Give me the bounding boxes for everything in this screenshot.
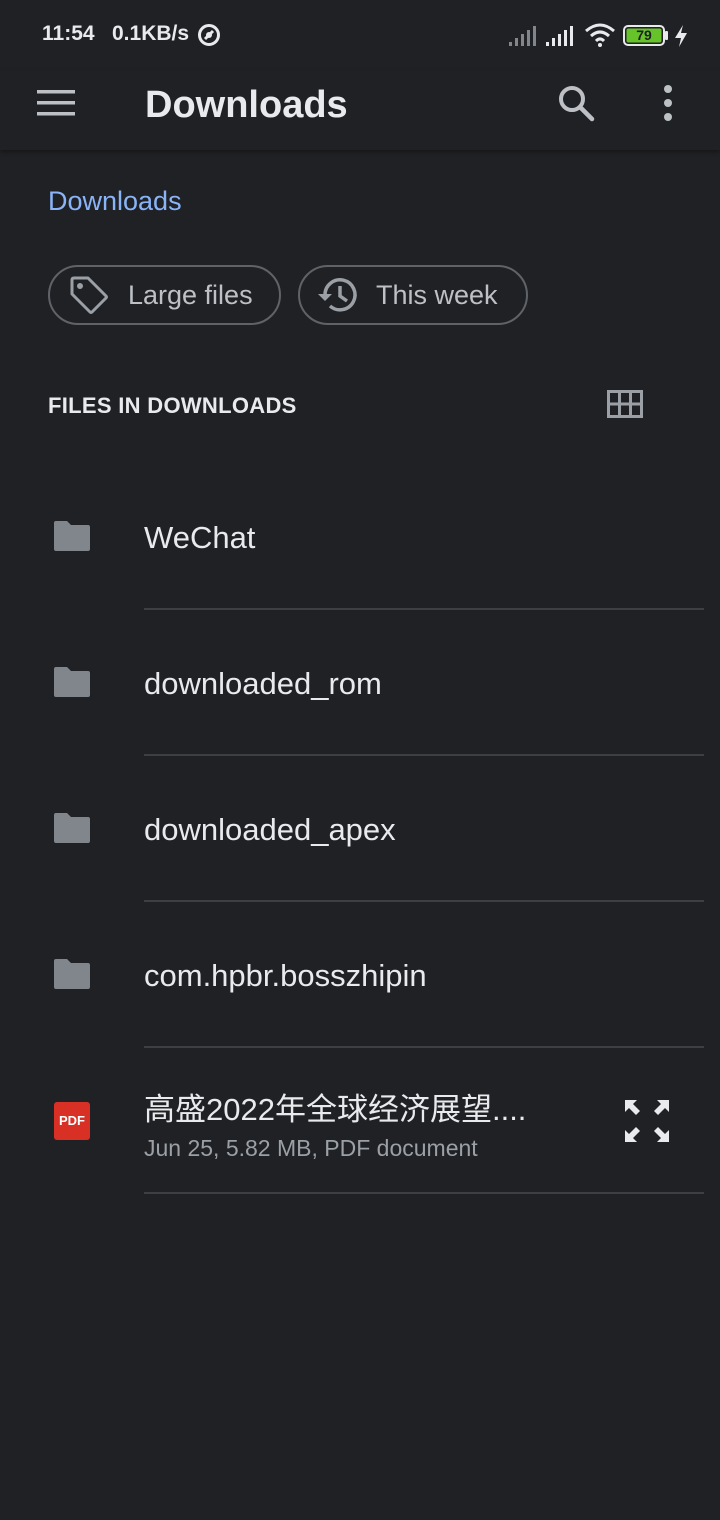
list-item[interactable]: WeChat — [0, 464, 720, 610]
vpn-icon — [197, 23, 221, 52]
list-item[interactable]: PDF 高盛2022年全球经济展望.... Jun 25, 5.82 MB, P… — [0, 1048, 720, 1194]
battery-level: 79 — [636, 27, 652, 43]
history-icon — [316, 274, 360, 321]
folder-icon — [52, 957, 92, 996]
list-item[interactable]: downloaded_apex — [0, 756, 720, 902]
charging-icon — [674, 24, 688, 53]
pdf-icon: PDF — [54, 1102, 90, 1140]
folder-icon — [52, 519, 92, 558]
app-bar: Downloads — [0, 70, 720, 150]
more-vert-icon[interactable] — [660, 84, 676, 127]
fullscreen-icon[interactable] — [623, 1098, 671, 1149]
status-bar: 11:54 0.1KB/s 79 — [0, 0, 720, 70]
folder-icon — [52, 811, 92, 850]
grid-view-icon[interactable] — [607, 390, 643, 423]
page-title: Downloads — [145, 84, 348, 126]
file-name: com.hpbr.bosszhipin — [144, 958, 427, 993]
status-time: 11:54 — [42, 22, 95, 45]
this-week-chip[interactable]: This week — [298, 265, 528, 325]
large-files-chip[interactable]: Large files — [48, 265, 281, 325]
file-name: 高盛2022年全球经济展望.... — [144, 1092, 527, 1127]
list-item[interactable]: downloaded_rom — [0, 610, 720, 756]
chip-label: This week — [376, 279, 498, 310]
signal-icon — [545, 25, 575, 52]
tag-icon — [68, 274, 110, 321]
file-name: downloaded_apex — [144, 812, 396, 847]
network-speed: 0.1KB/s — [112, 22, 190, 45]
list-item[interactable]: com.hpbr.bosszhipin — [0, 902, 720, 1048]
search-icon[interactable] — [557, 84, 595, 127]
section-header: FILES IN DOWNLOADS — [48, 393, 297, 418]
signal-weak-icon — [508, 25, 538, 52]
file-name: downloaded_rom — [144, 666, 382, 701]
chip-label: Large files — [128, 279, 253, 310]
file-name: WeChat — [144, 520, 256, 555]
wifi-icon — [584, 22, 616, 53]
divider — [144, 1192, 704, 1194]
folder-icon — [52, 665, 92, 704]
file-meta: Jun 25, 5.82 MB, PDF document — [144, 1135, 478, 1161]
battery-icon: 79 — [623, 25, 669, 46]
menu-icon[interactable] — [37, 88, 75, 123]
breadcrumb[interactable]: Downloads — [48, 186, 182, 217]
